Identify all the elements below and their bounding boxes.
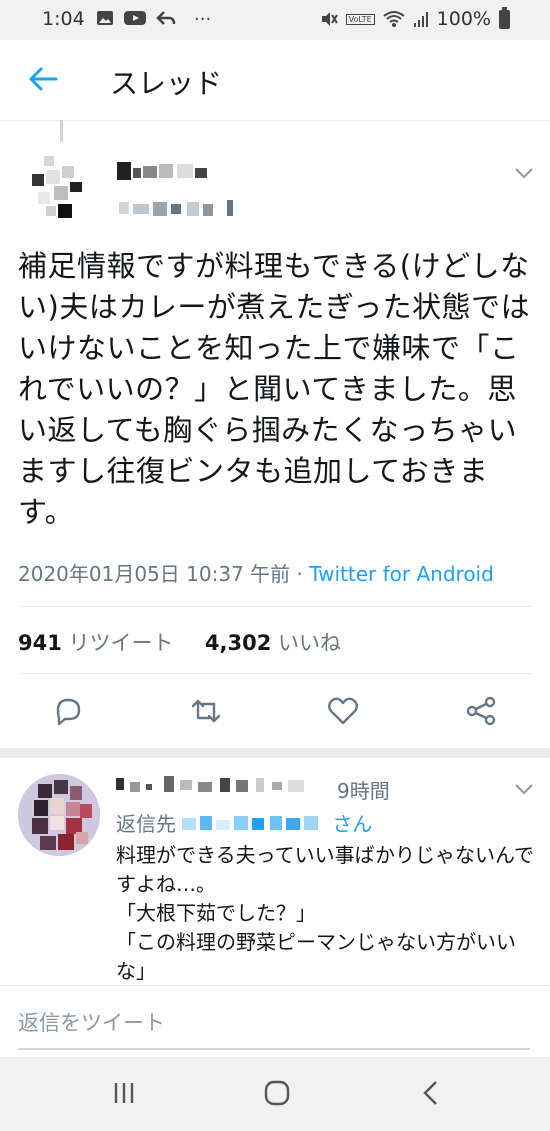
- reply-compose-input[interactable]: 返信をツイート: [18, 1008, 530, 1050]
- retweet-icon[interactable]: [189, 694, 223, 728]
- reply-arrow-icon: [156, 11, 176, 25]
- app-header: スレッド: [0, 40, 550, 121]
- system-nav-bar: [0, 1057, 550, 1131]
- image-icon: [97, 11, 113, 25]
- back-arrow-icon[interactable]: [26, 62, 60, 96]
- volte-icon: VoLTE: [345, 13, 375, 25]
- divider: [18, 673, 532, 674]
- reply-time: 9時間: [337, 779, 390, 803]
- reply-author-avatar[interactable]: [18, 774, 100, 856]
- recent-apps-icon[interactable]: [108, 1077, 140, 1109]
- tweet-stats: 941 リツイート 4,302 いいね: [18, 627, 341, 657]
- reply-to-line: 返信先 さん: [116, 808, 372, 839]
- divider: [18, 606, 532, 607]
- like-heart-icon[interactable]: [326, 694, 360, 728]
- likes-stat[interactable]: 4,302 いいね: [205, 631, 341, 655]
- retweets-label: リツイート: [61, 631, 174, 655]
- retweets-stat[interactable]: 941 リツイート: [18, 631, 174, 655]
- more-icon: ···: [194, 9, 212, 30]
- reply-text: 料理ができる夫っていい事ばかりじゃないんですよね…。 「大根下茹でした？」 「こ…: [116, 841, 536, 986]
- retweets-count: 941: [18, 631, 62, 655]
- reply-author-name-pixelated[interactable]: [116, 774, 326, 801]
- reply-to-suffix: さん: [332, 812, 373, 836]
- likes-count: 4,302: [204, 631, 272, 655]
- reply-icon[interactable]: [51, 694, 85, 728]
- author-avatar[interactable]: [24, 152, 94, 222]
- back-icon[interactable]: [416, 1077, 448, 1109]
- pixelated-avatar-image: [32, 156, 82, 218]
- home-icon[interactable]: [261, 1077, 293, 1109]
- reply-text-line: 「大根下茹でした？」: [116, 901, 316, 925]
- tweet-meta: 2020年01月05日 10:37 午前 · Twitter for Andro…: [18, 558, 494, 587]
- tweet-text: 補足情報ですが料理もできる(けどしない)夫はカレーが煮えたぎった状態ではいけない…: [18, 249, 531, 529]
- chevron-down-icon[interactable]: [514, 166, 534, 180]
- pixelated-avatar-image: [18, 774, 100, 856]
- thread-connector-line: [60, 120, 63, 142]
- status-right: VoLTE 100%: [320, 6, 510, 30]
- battery-percent: 100%: [436, 8, 491, 30]
- section-gap: [0, 748, 550, 758]
- signal-icon: [413, 12, 428, 27]
- status-left-icons: ···: [96, 9, 211, 30]
- reply-text-line: 「この料理の野菜ピーマンじゃない方がいいな」: [116, 930, 516, 983]
- status-time: 1:04: [42, 8, 85, 30]
- tweet-source-link[interactable]: Twitter for Android: [309, 562, 494, 586]
- status-bar: 1:04 ··· VoLTE 100%: [0, 0, 550, 40]
- reply-text-line: 料理ができる夫っていい事ばかりじゃないんですよね…。: [116, 843, 534, 896]
- mute-icon: [321, 12, 338, 26]
- youtube-icon: [124, 11, 146, 25]
- share-icon[interactable]: [464, 694, 498, 728]
- tweet-timestamp: 2020年01月05日 10:37 午前 ·: [18, 562, 310, 586]
- reply-to-prefix: 返信先: [116, 812, 183, 836]
- reply-to-handle-pixelated[interactable]: [182, 812, 332, 839]
- wifi-icon: [383, 11, 405, 27]
- page-title: スレッド: [110, 67, 223, 100]
- chevron-down-icon[interactable]: [514, 782, 534, 796]
- author-name-pixelated[interactable]: [117, 158, 257, 224]
- battery-icon: [499, 6, 510, 29]
- likes-label: いいね: [271, 631, 342, 655]
